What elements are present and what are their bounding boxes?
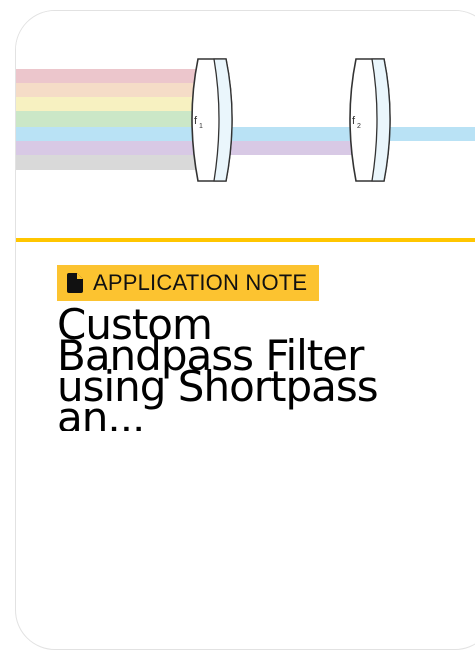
lens-1-subscript: 1 bbox=[199, 123, 203, 130]
lens-diagram: f 1 f 2 bbox=[16, 11, 475, 239]
article-card[interactable]: f 1 f 2 APPLICATION NOTE Custom Bandpass… bbox=[15, 10, 475, 650]
content-type-badge: APPLICATION NOTE bbox=[57, 265, 320, 301]
accent-divider bbox=[16, 238, 475, 242]
badge-label: APPLICATION NOTE bbox=[93, 270, 308, 295]
beam-band-gray bbox=[16, 155, 206, 170]
beam-band-yellow bbox=[16, 97, 206, 111]
beam-band-orange bbox=[16, 83, 206, 97]
lens-1: f 1 bbox=[191, 58, 233, 182]
beam-after-lens-1-violet bbox=[221, 141, 361, 155]
beam-after-lens-2-blue bbox=[381, 127, 475, 141]
lens-diagram-svg: f 1 f 2 bbox=[16, 58, 475, 182]
beam-band-green bbox=[16, 111, 206, 127]
article-title[interactable]: Custom Bandpass Filter using Shortpass a… bbox=[57, 303, 417, 432]
article-title-text[interactable]: Custom Bandpass Filter using Shortpass a… bbox=[57, 303, 417, 432]
document-icon bbox=[67, 273, 83, 293]
beam-band-violet bbox=[16, 141, 206, 155]
beam-band-red bbox=[16, 69, 206, 83]
lens-2-subscript: 2 bbox=[357, 123, 361, 130]
lens-2: f 2 bbox=[349, 58, 391, 182]
beam-band-blue bbox=[16, 127, 206, 141]
